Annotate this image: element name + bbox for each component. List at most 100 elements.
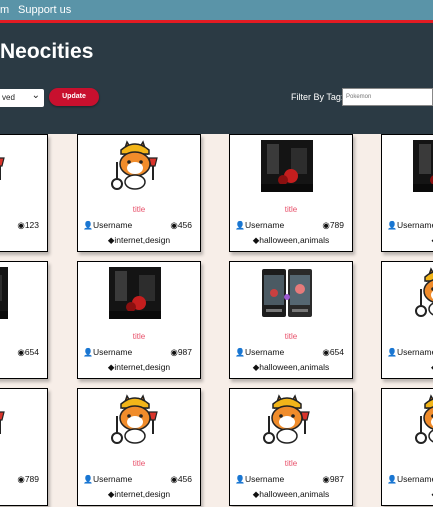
site-tags[interactable]: ◆imals — [0, 362, 47, 373]
site-tags[interactable]: ◆halloween,animals — [230, 362, 352, 373]
site-card[interactable]: ◉123 ◆imals — [0, 134, 48, 252]
site-tags[interactable]: ◆inter — [382, 489, 433, 500]
site-views-count: 654 — [24, 347, 39, 357]
site-thumbnail[interactable] — [261, 394, 313, 446]
site-tags[interactable]: ◆internet,design — [78, 235, 200, 246]
site-card[interactable]: 👤Username ◆pixel — [381, 261, 433, 379]
site-username-text: Username — [396, 347, 433, 357]
site-title-link[interactable]: title — [230, 205, 352, 214]
site-views-count: 654 — [329, 347, 344, 357]
site-card[interactable]: ◉654 ◆imals — [0, 261, 48, 379]
site-card[interactable]: 👤Username ◆inter — [381, 134, 433, 252]
site-thumbnail[interactable] — [109, 267, 161, 319]
site-views: ◉456 — [170, 220, 192, 231]
site-views: ◉987 — [322, 474, 344, 485]
sort-select-value: ved — [2, 93, 15, 102]
user-icon: 👤 — [83, 221, 93, 230]
user-icon: 👤 — [83, 348, 93, 357]
sort-select[interactable]: ved ⌄ — [0, 89, 44, 107]
eye-icon: ◉ — [322, 347, 330, 357]
eye-icon: ◉ — [17, 347, 25, 357]
site-grid: ◉123◆imals title👤Username◉456◆internet,d… — [0, 134, 433, 507]
nav-item-partial[interactable]: m — [0, 4, 9, 16]
site-tags-text: internet,design — [114, 362, 171, 372]
site-thumbnail[interactable] — [261, 267, 313, 319]
update-button[interactable]: Update — [49, 88, 99, 106]
site-username[interactable]: 👤Username — [83, 347, 132, 357]
chevron-down-icon: ⌄ — [31, 90, 40, 101]
eye-icon: ◉ — [170, 220, 178, 230]
site-username[interactable]: 👤Username — [387, 347, 433, 357]
eye-icon: ◉ — [17, 474, 25, 484]
site-views-count: 456 — [177, 220, 192, 230]
site-views-count: 789 — [329, 220, 344, 230]
site-thumbnail[interactable] — [261, 140, 313, 192]
site-views: ◉987 — [170, 347, 192, 358]
site-tags[interactable]: ◆halloween,animals — [230, 235, 352, 246]
site-username[interactable]: 👤Username — [83, 474, 132, 484]
user-icon: 👤 — [387, 475, 397, 484]
eye-icon: ◉ — [322, 474, 330, 484]
site-thumbnail[interactable] — [109, 140, 161, 192]
site-thumbnail[interactable] — [413, 267, 433, 319]
site-tags[interactable]: ◆halloween,animals — [230, 489, 352, 500]
site-card[interactable]: ◉789 ◆sign — [0, 388, 48, 506]
site-tags-text: halloween,animals — [259, 489, 330, 499]
site-username-text: Username — [92, 347, 133, 357]
eye-icon: ◉ — [170, 347, 178, 357]
site-views-count: 987 — [177, 347, 192, 357]
site-tags[interactable]: ◆imals — [0, 235, 47, 246]
site-username[interactable]: 👤Username — [83, 220, 132, 230]
tag-filter-input[interactable]: Pokemon — [342, 88, 433, 106]
site-card[interactable]: title 👤Username ◉789 ◆halloween,animals — [229, 134, 353, 252]
site-card[interactable]: title 👤Username ◉987 ◆internet,design — [77, 261, 201, 379]
site-views-count: 456 — [177, 474, 192, 484]
site-title-link[interactable]: title — [78, 205, 200, 214]
site-tags[interactable]: ◆pixel — [382, 362, 433, 373]
site-username-text: Username — [244, 220, 285, 230]
site-title-link[interactable]: title — [230, 332, 352, 341]
site-card[interactable]: title 👤Username ◉456 ◆internet,design — [77, 388, 201, 506]
site-tags[interactable]: ◆inter — [382, 235, 433, 246]
site-views: ◉789 — [17, 474, 39, 485]
site-views: ◉789 — [322, 220, 344, 231]
site-title-link[interactable]: title — [230, 459, 352, 468]
eye-icon: ◉ — [170, 474, 178, 484]
site-tags-text: halloween,animals — [259, 235, 330, 245]
site-title-link[interactable]: title — [78, 459, 200, 468]
site-thumbnail[interactable] — [413, 140, 433, 192]
site-tags[interactable]: ◆internet,design — [78, 489, 200, 500]
site-username[interactable]: 👤Username — [235, 474, 284, 484]
site-tags[interactable]: ◆internet,design — [78, 362, 200, 373]
site-thumbnail[interactable] — [0, 267, 8, 319]
user-icon: 👤 — [387, 221, 397, 230]
site-title-link[interactable]: title — [78, 332, 200, 341]
eye-icon: ◉ — [17, 220, 25, 230]
user-icon: 👤 — [235, 221, 245, 230]
site-username[interactable]: 👤Username — [387, 220, 433, 230]
eye-icon: ◉ — [322, 220, 330, 230]
site-username[interactable]: 👤Username — [387, 474, 433, 484]
user-icon: 👤 — [235, 348, 245, 357]
site-card[interactable]: title 👤Username ◉987 ◆halloween,animals — [229, 388, 353, 506]
nav-item-support-us[interactable]: Support us — [18, 4, 71, 16]
site-username-text: Username — [92, 220, 133, 230]
site-views: ◉456 — [170, 474, 192, 485]
site-card[interactable]: title 👤Username ◉456 ◆internet,design — [77, 134, 201, 252]
site-views-count: 789 — [24, 474, 39, 484]
site-tags[interactable]: ◆sign — [0, 489, 47, 500]
site-card[interactable]: title 👤Username ◉654 ◆halloween,animals — [229, 261, 353, 379]
site-thumbnail[interactable] — [413, 394, 433, 446]
site-thumbnail[interactable] — [0, 394, 8, 446]
user-icon: 👤 — [387, 348, 397, 357]
site-views: ◉123 — [17, 220, 39, 231]
site-views: ◉654 — [17, 347, 39, 358]
site-card[interactable]: 👤Username ◆inter — [381, 388, 433, 506]
header: Neocities ved ⌄ Update Filter By Tag: Po… — [0, 23, 433, 134]
site-username[interactable]: 👤Username — [235, 347, 284, 357]
site-thumbnail[interactable] — [0, 140, 8, 192]
user-icon: 👤 — [83, 475, 93, 484]
top-nav: m Support us — [0, 0, 433, 20]
site-username[interactable]: 👤Username — [235, 220, 284, 230]
site-thumbnail[interactable] — [109, 394, 161, 446]
